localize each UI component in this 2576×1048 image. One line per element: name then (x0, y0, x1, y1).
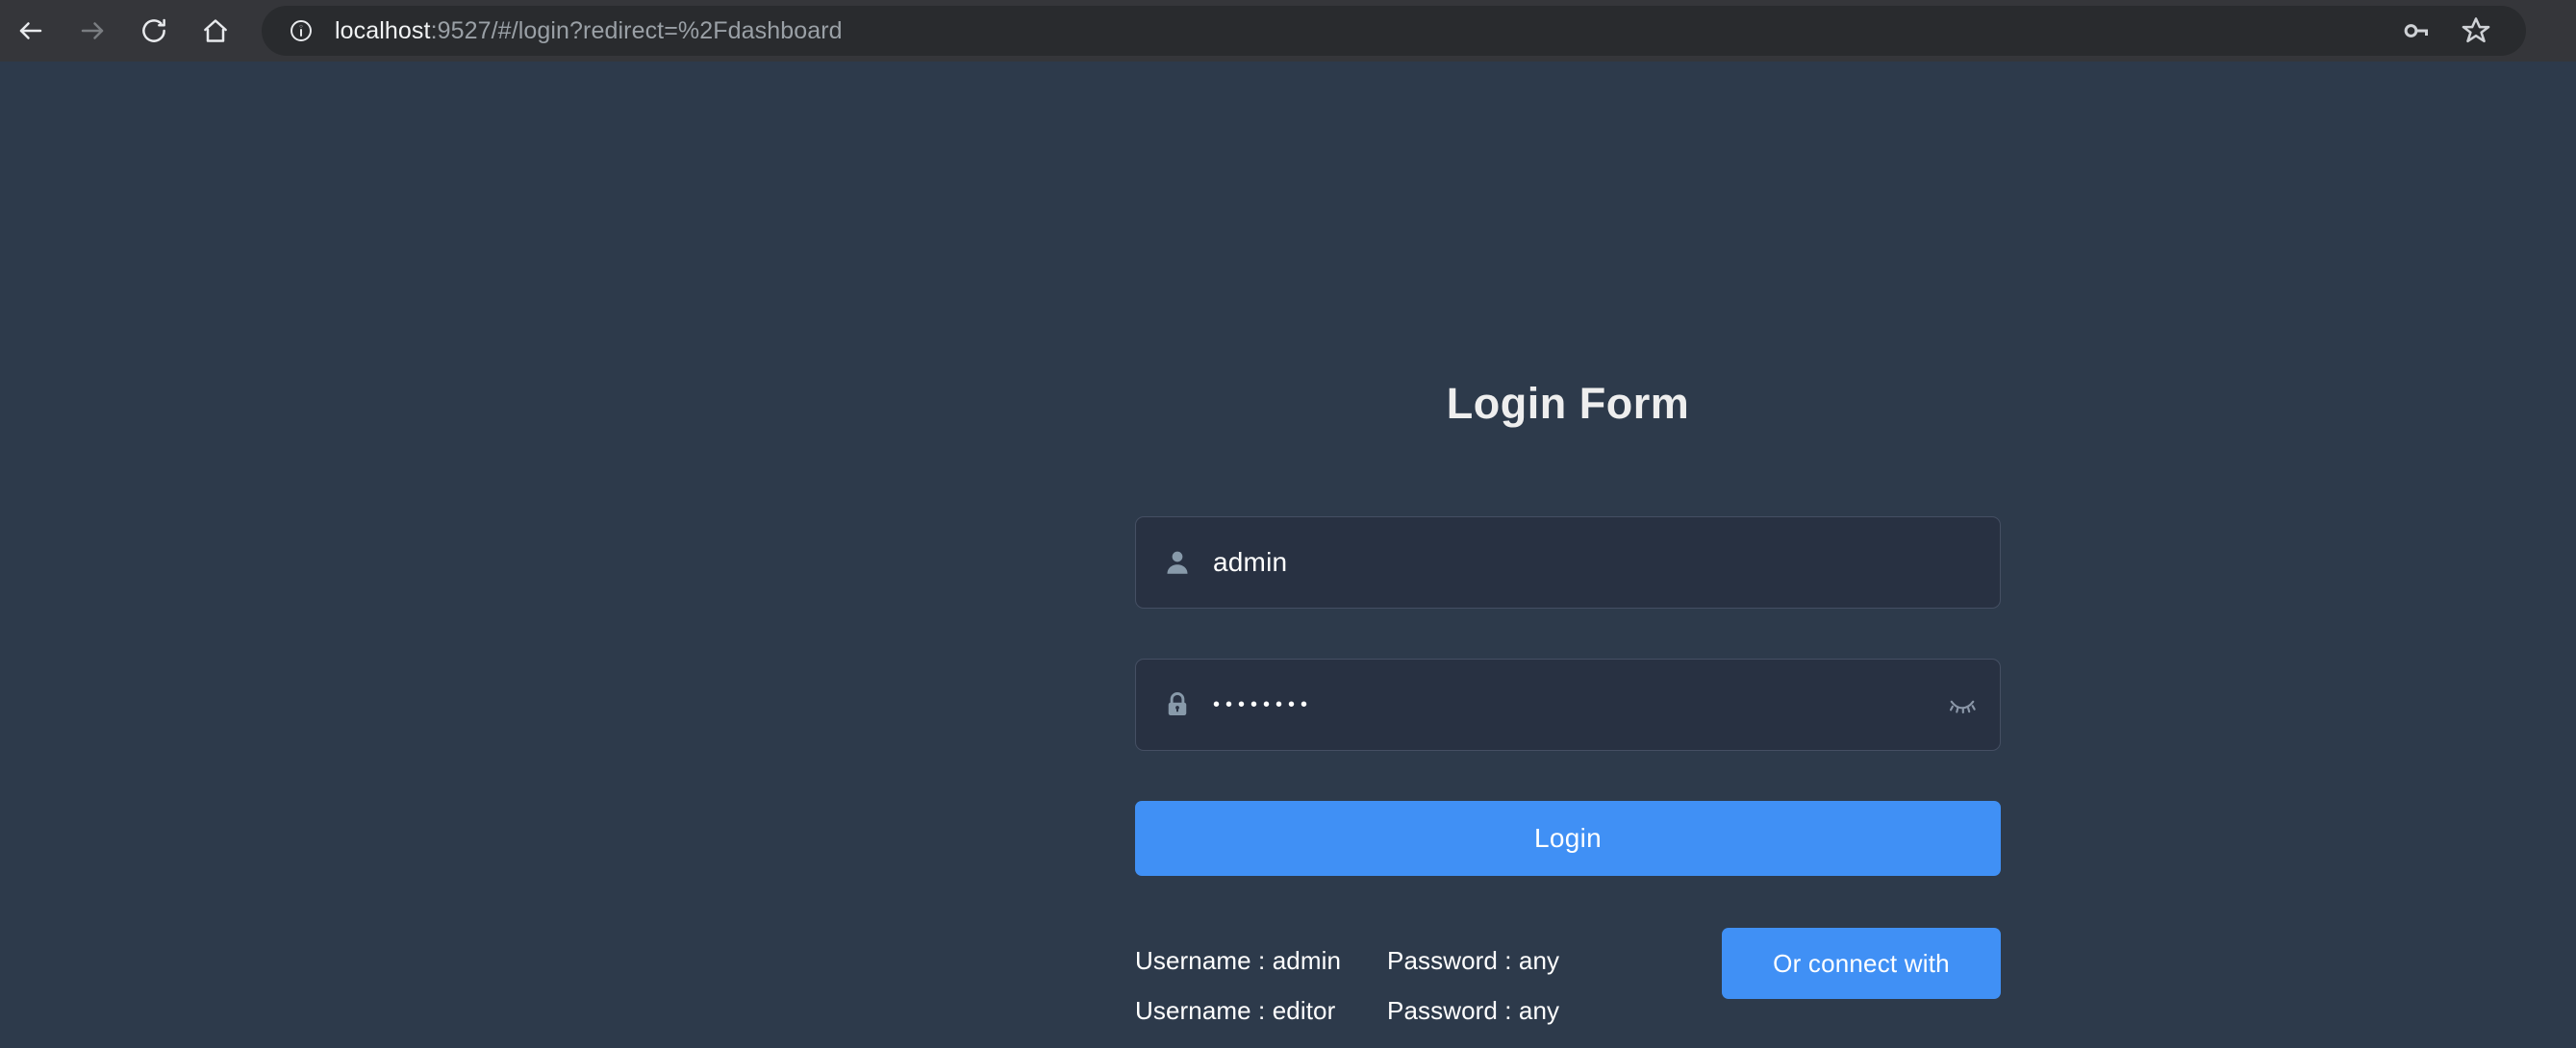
password-field[interactable]: •••••••• (1135, 659, 2001, 751)
forward-arrow-icon (78, 16, 107, 45)
user-icon (1159, 548, 1196, 577)
user-glyph-icon (1163, 548, 1192, 577)
page-viewport: Login Form admin •••••••• (0, 62, 2576, 1048)
password-manager-button[interactable] (2391, 6, 2441, 56)
back-arrow-icon (16, 16, 45, 45)
site-info-button[interactable] (283, 12, 319, 49)
password-input-value[interactable]: •••••••• (1213, 694, 1934, 716)
hint-row: Username : editor Password : any (1135, 986, 1559, 1036)
page-title: Login Form (1135, 379, 2001, 429)
address-bar[interactable]: localhost:9527/#/login?redirect=%2Fdashb… (262, 6, 2526, 56)
username-input-value[interactable]: admin (1213, 547, 2000, 578)
url-host: localhost (335, 17, 431, 44)
reload-icon (139, 16, 168, 45)
key-icon (2402, 16, 2431, 45)
bookmark-button[interactable] (2451, 6, 2501, 56)
credential-hints: Username : admin Password : any Username… (1135, 928, 1559, 1036)
or-connect-with-button[interactable]: Or connect with (1722, 928, 2001, 999)
lock-icon (1159, 690, 1196, 719)
hint-password: Password : any (1387, 986, 1559, 1036)
info-circle-icon (289, 18, 314, 43)
eye-closed-icon (1947, 689, 1978, 720)
hint-row: Username : admin Password : any (1135, 936, 1559, 986)
login-footer: Username : admin Password : any Username… (1135, 928, 2001, 1036)
back-button[interactable] (0, 0, 62, 62)
login-button[interactable]: Login (1135, 801, 2001, 876)
home-button[interactable] (185, 0, 246, 62)
forward-button[interactable] (62, 0, 123, 62)
star-icon (2461, 15, 2491, 46)
hint-username: Username : editor (1135, 986, 1387, 1036)
url-path: :9527/#/login?redirect=%2Fdashboard (431, 17, 843, 44)
reload-button[interactable] (123, 0, 185, 62)
browser-toolbar: localhost:9527/#/login?redirect=%2Fdashb… (0, 0, 2576, 62)
home-icon (201, 16, 230, 45)
password-visibility-toggle[interactable] (1934, 659, 1990, 751)
lock-glyph-icon (1163, 690, 1192, 719)
username-field[interactable]: admin (1135, 516, 2001, 609)
hint-username: Username : admin (1135, 936, 1387, 986)
login-form: Login Form admin •••••••• (1135, 62, 2001, 1036)
url-text[interactable]: localhost:9527/#/login?redirect=%2Fdashb… (335, 17, 2382, 45)
hint-password: Password : any (1387, 936, 1559, 986)
